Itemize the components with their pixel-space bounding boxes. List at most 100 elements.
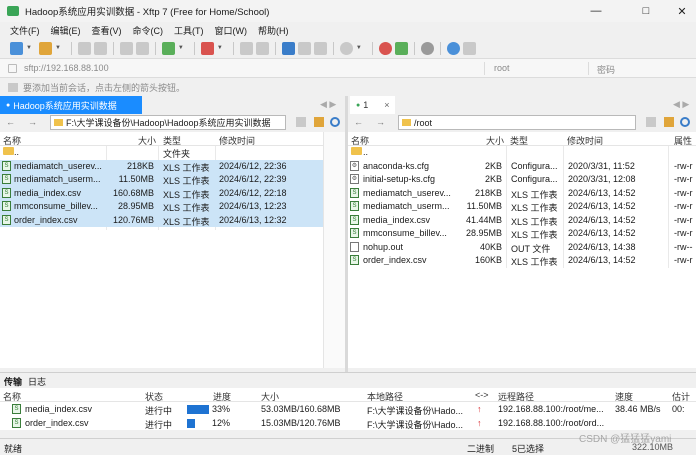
list-item[interactable]: ⚙ anaconda-ks.cfg 2KB Configura... 2020/3/31… xyxy=(348,160,696,174)
remote-tab-nav-icon[interactable]: ◀ ▶ xyxy=(673,99,689,110)
up-folder-icon[interactable] xyxy=(296,117,306,127)
menu-view[interactable]: 查看(V) xyxy=(92,24,122,37)
menu-edit[interactable]: 编辑(E) xyxy=(51,24,81,37)
sync-icon[interactable] xyxy=(281,41,295,55)
remote-up-folder-icon[interactable] xyxy=(646,117,656,127)
cell-attr: -rw-- xyxy=(674,241,693,252)
tab-local[interactable]: ● Hadoop系统应用实训数据 xyxy=(0,96,142,114)
spreadsheet-icon: S xyxy=(350,214,359,225)
cell-name: order_index.csv xyxy=(14,214,78,225)
tab-transfers[interactable]: 传输 xyxy=(4,375,22,388)
menu-command[interactable]: 命令(C) xyxy=(133,24,164,37)
list-item[interactable]: Smediamatch_userm... 11.50MB XLS 工作表 2024/6… xyxy=(0,173,323,187)
cell-size: 218KB xyxy=(474,187,502,198)
cell-attr: -rw-r xyxy=(674,255,693,265)
gear-icon[interactable] xyxy=(420,41,434,55)
xcell-remote_path: 192.168.88.100:/root/me... xyxy=(498,404,604,414)
disconnect-icon[interactable] xyxy=(93,41,107,55)
queue-icon[interactable] xyxy=(313,41,327,55)
cell-name: .. xyxy=(14,147,20,157)
add-session-arrow-icon[interactable] xyxy=(8,82,18,92)
list-item[interactable]: Smedia_index.csv 41.44MB XLS 工作表 2024/6/13,… xyxy=(348,214,696,228)
remote-refresh-icon[interactable] xyxy=(680,117,690,127)
back-icon[interactable]: ← xyxy=(6,117,15,127)
title-bar: Hadoop系统应用实训数据 - Xftp 7 (Free for Home/S… xyxy=(0,0,696,22)
remote-file-list: .. ⚙ anaconda-ks.cfg 2KB Configura... 2020/3/… xyxy=(348,146,696,368)
xcell-status: 进行中 xyxy=(145,420,173,430)
globe-icon[interactable] xyxy=(339,41,353,55)
username-input[interactable]: root xyxy=(494,63,510,73)
cut-icon[interactable] xyxy=(119,41,133,55)
list-item[interactable]: Smedia_index.csv 160.68MB XLS 工作表 2024/6/12… xyxy=(0,186,323,200)
menu-tools[interactable]: 工具(T) xyxy=(174,24,204,37)
watermark: CSDN @猛猛猛yami xyxy=(579,434,672,445)
remote-new-folder-icon[interactable] xyxy=(664,117,674,127)
menu-help[interactable]: 帮助(H) xyxy=(258,24,289,37)
xftp-icon[interactable] xyxy=(394,41,408,55)
forward-icon[interactable]: → xyxy=(28,117,37,127)
new-session-icon[interactable] xyxy=(10,41,23,55)
list-item[interactable]: .. 文件夹 xyxy=(0,146,323,160)
help-icon[interactable] xyxy=(446,41,460,55)
password-input[interactable]: 密码 xyxy=(597,63,615,76)
info-icon[interactable] xyxy=(239,41,253,55)
list-item[interactable]: Smediamatch_userev... 218KB XLS 工作表 2024/6/… xyxy=(348,187,696,201)
list-item[interactable]: nohup.out 40KB OUT 文件 2024/6/13, 14:38 -rw-- xyxy=(348,241,696,255)
more-icon[interactable] xyxy=(462,41,476,55)
list-item[interactable]: Smediamatch_userev... 218KB XLS 工作表 2024/6/… xyxy=(0,159,323,173)
cell-name: media_index.csv xyxy=(14,187,82,198)
list-item[interactable]: Sorder_index.csv 120.76MB XLS 工作表 2024/6/13… xyxy=(0,213,323,227)
lock-icon xyxy=(8,64,17,73)
xcol-direction[interactable]: <-> xyxy=(475,390,489,400)
list-item[interactable]: Sorder_index.csv 160KB XLS 工作表 2024/6/13, 1… xyxy=(348,254,696,268)
spreadsheet-icon: S xyxy=(12,404,21,414)
minimize-button[interactable]: — xyxy=(576,0,616,22)
local-path-input[interactable]: F:\大学课设备份\Hadoop\Hadoop系统应用实训数据 xyxy=(50,115,286,130)
close-tab-icon[interactable]: × xyxy=(384,100,389,110)
spreadsheet-icon: S xyxy=(2,187,11,198)
new-folder-icon[interactable] xyxy=(314,117,324,127)
cell-size: 120.76MB xyxy=(112,214,154,225)
view-icon[interactable] xyxy=(161,41,175,55)
transfer-row[interactable]: Smedia_index.csv 进行中 33% 53.03MB/160.68MB F:… xyxy=(0,402,696,416)
remote-back-icon[interactable]: ← xyxy=(354,117,363,127)
selection-count: 5已选择 xyxy=(512,444,545,454)
local-scrollbar[interactable] xyxy=(323,132,345,368)
tab-nav-arrows-icon[interactable]: ◀ ▶ xyxy=(320,99,336,110)
cell-modified: 2024/6/12, 22:36 xyxy=(219,160,287,171)
transfer-icon[interactable] xyxy=(297,41,311,55)
xshell-icon[interactable] xyxy=(378,41,392,55)
list-item[interactable]: Smmconsume_billev... 28.95MB XLS 工作表 2024/6… xyxy=(348,227,696,241)
transfer-row[interactable]: Sorder_index.csv 进行中 12% 15.03MB/120.76MB F:… xyxy=(0,416,696,430)
connect-icon[interactable] xyxy=(77,41,91,55)
properties-icon[interactable] xyxy=(255,41,269,55)
host-input[interactable]: sftp://192.168.88.100 xyxy=(24,63,109,73)
remote-forward-icon[interactable]: → xyxy=(376,117,385,127)
spreadsheet-icon: S xyxy=(2,174,11,184)
transfer-header: 名称 状态 进度 大小 本地路径 <-> 远程路径 速度 估计 xyxy=(0,388,696,402)
terminal-icon[interactable] xyxy=(200,41,214,55)
cell-name: mediamatch_userm... xyxy=(14,174,101,184)
cell-name: anaconda-ks.cfg xyxy=(363,160,430,171)
cell-type: Configura... xyxy=(511,174,558,184)
tab-remote[interactable]: ● 1 × xyxy=(350,96,395,114)
copy-icon[interactable] xyxy=(135,41,149,55)
list-item[interactable]: .. xyxy=(348,146,696,160)
refresh-icon[interactable] xyxy=(330,117,340,127)
cell-name: mediamatch_userev... xyxy=(14,160,102,171)
tab-log[interactable]: 日志 xyxy=(28,375,46,388)
cell-modified: 2024/6/13, 14:52 xyxy=(568,228,636,238)
menu-file[interactable]: 文件(F) xyxy=(10,24,40,37)
menu-window[interactable]: 窗口(W) xyxy=(215,24,248,37)
cell-size: 2KB xyxy=(484,174,502,184)
maximize-button[interactable]: □ xyxy=(626,0,666,22)
close-button[interactable]: ✕ xyxy=(662,0,696,22)
cell-modified: 2024/6/13, 14:52 xyxy=(568,187,636,198)
xcell-name: order_index.csv xyxy=(25,418,89,428)
open-folder-icon[interactable] xyxy=(38,41,52,55)
list-item[interactable]: Smediamatch_userm... 11.50MB XLS 工作表 2024/6… xyxy=(348,200,696,214)
cell-modified: 2024/6/13, 14:52 xyxy=(568,255,636,265)
list-item[interactable]: Smmconsume_billev... 28.95MB XLS 工作表 2024/6… xyxy=(0,200,323,214)
remote-path-input[interactable]: /root xyxy=(398,115,636,130)
list-item[interactable]: ⚙ initial-setup-ks.cfg 2KB Configura... 2020… xyxy=(348,173,696,187)
